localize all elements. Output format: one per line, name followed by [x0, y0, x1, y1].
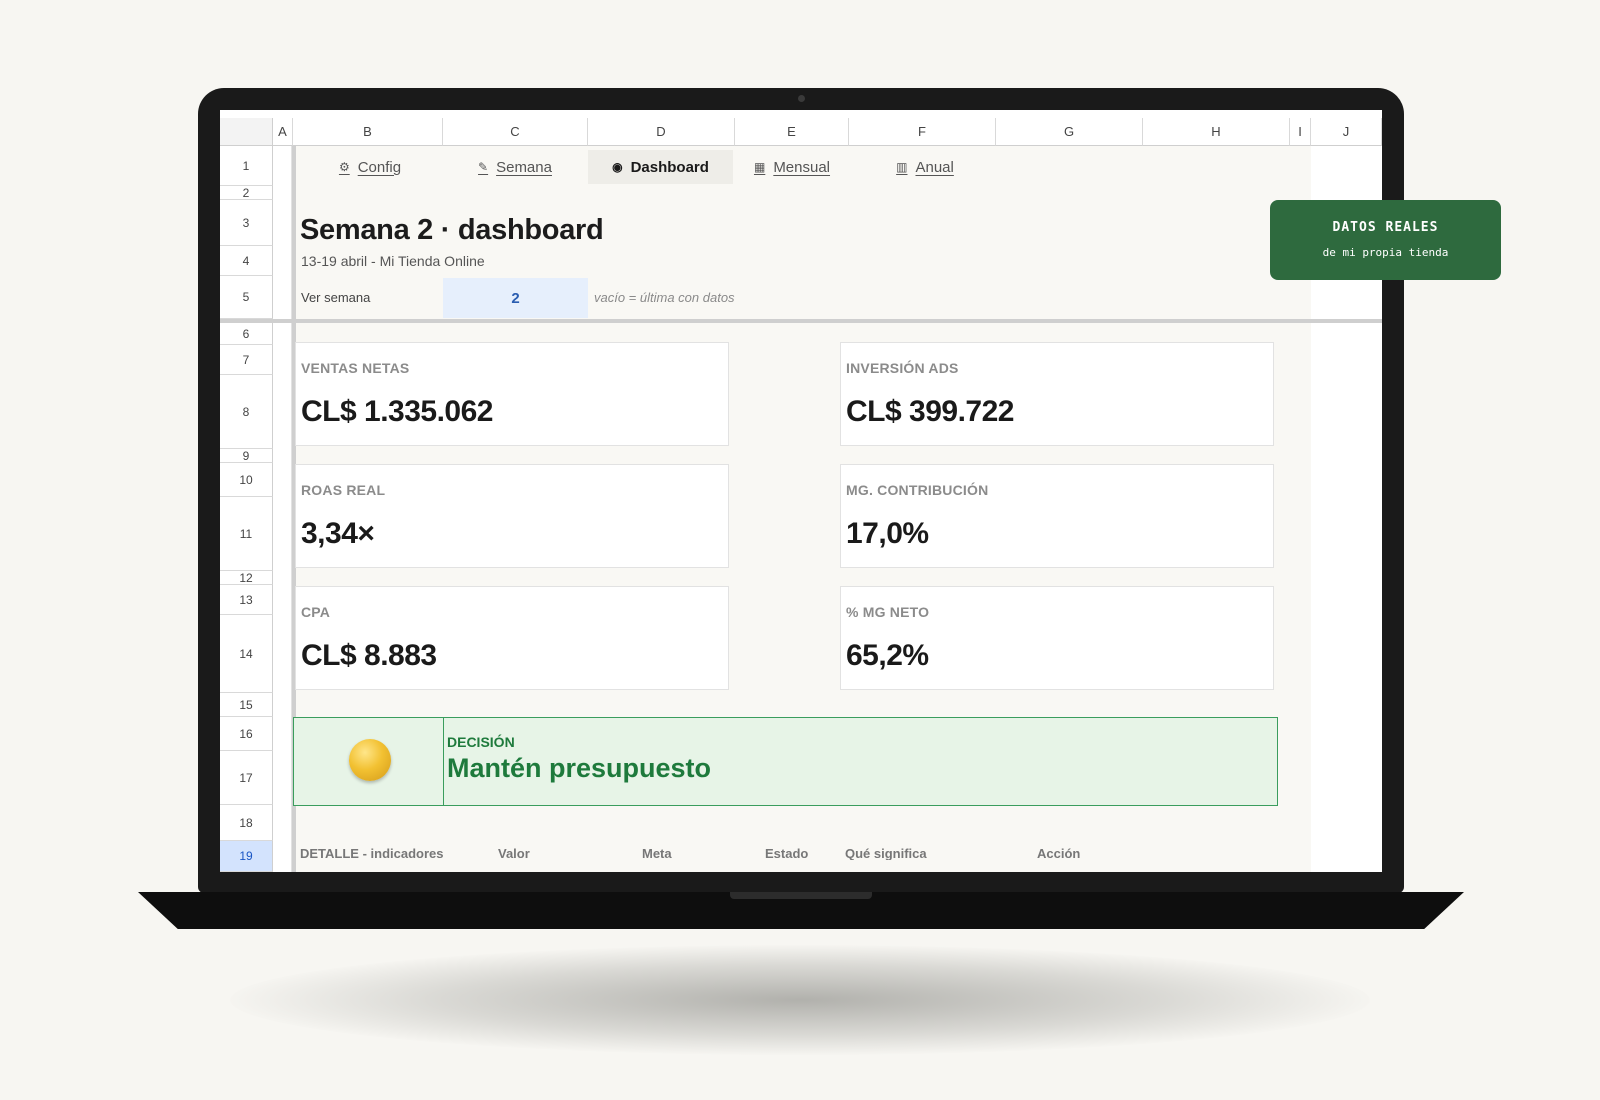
row-header[interactable]: 11 — [220, 497, 273, 571]
gear-icon: ⚙ — [338, 160, 350, 174]
row-header-selected[interactable]: 19 — [220, 841, 273, 872]
kpi-card-inversion-ads: INVERSIÓN ADS CL$ 399.722 — [840, 342, 1274, 446]
row-header[interactable]: 13 — [220, 585, 273, 615]
decision-divider — [443, 718, 444, 805]
row-header[interactable]: 8 — [220, 375, 273, 449]
row-header[interactable]: 4 — [220, 246, 273, 276]
row-header[interactable]: 5 — [220, 276, 273, 319]
tab-label: Dashboard — [630, 158, 709, 176]
kpi-value: CL$ 1.335.062 — [301, 395, 493, 428]
column-header-i[interactable]: I — [1290, 118, 1311, 146]
detail-header-cell: Qué significa — [845, 846, 927, 860]
tab-dashboard[interactable]: ◉ Dashboard — [588, 150, 733, 184]
kpi-label: % MG NETO — [846, 604, 930, 620]
row-header[interactable]: 16 — [220, 717, 273, 751]
row-header[interactable]: 3 — [220, 200, 273, 246]
frozen-row-divider[interactable] — [220, 319, 1382, 323]
page-title: Semana 2 · dashboard — [300, 214, 604, 246]
laptop-notch — [730, 892, 872, 899]
detail-header-cell: Valor — [498, 846, 530, 860]
kpi-label: VENTAS NETAS — [301, 360, 410, 376]
week-selector-label: Ver semana — [301, 290, 371, 305]
kpi-value: CL$ 399.722 — [846, 395, 1014, 428]
row-header[interactable]: 10 — [220, 463, 273, 497]
kpi-value: CL$ 8.883 — [301, 639, 437, 672]
tab-config[interactable]: ⚙ Config — [310, 150, 430, 184]
tab-label: Semana — [496, 158, 552, 176]
kpi-card-mg-neto: % MG NETO 65,2% — [840, 586, 1274, 690]
kpi-value: 17,0% — [846, 517, 929, 550]
kpi-card-mg-contribucion: MG. CONTRIBUCIÓN 17,0% — [840, 464, 1274, 568]
page-subtitle: 13-19 abril - Mi Tienda Online — [301, 253, 485, 269]
kpi-card-cpa: CPA CL$ 8.883 — [295, 586, 729, 690]
tab-label: Mensual — [773, 158, 831, 176]
row-header[interactable]: 12 — [220, 571, 273, 585]
row-header[interactable]: 9 — [220, 449, 273, 463]
column-header-e[interactable]: E — [735, 118, 849, 146]
row-header[interactable]: 7 — [220, 345, 273, 375]
column-header-h[interactable]: H — [1143, 118, 1290, 146]
row-header[interactable]: 1 — [220, 146, 273, 186]
select-all-corner[interactable] — [220, 118, 273, 146]
decision-banner: DECISIÓN Mantén presupuesto — [293, 717, 1278, 806]
column-a-cells — [273, 146, 292, 872]
column-header-j[interactable]: J — [1311, 118, 1382, 146]
tab-mensual[interactable]: ▦ Mensual — [735, 150, 849, 184]
week-selector-input[interactable]: 2 — [443, 278, 588, 318]
column-header-d[interactable]: D — [588, 118, 735, 146]
detail-table-header: DETALLE - indicadores Valor Meta Estado … — [300, 846, 1200, 860]
badge-subtitle: de mi propia tienda — [1322, 246, 1449, 259]
kpi-value: 65,2% — [846, 639, 929, 672]
row-header[interactable]: 6 — [220, 323, 273, 345]
kpi-card-roas-real: ROAS REAL 3,34× — [295, 464, 729, 568]
dashboard-icon: ◉ — [612, 160, 623, 174]
kpi-card-ventas-netas: VENTAS NETAS CL$ 1.335.062 — [295, 342, 729, 446]
tab-anual[interactable]: ▥ Anual — [870, 150, 980, 184]
column-header-c[interactable]: C — [443, 118, 588, 146]
row-header[interactable]: 14 — [220, 615, 273, 693]
column-header-b[interactable]: B — [293, 118, 443, 146]
calendar-grid-icon: ▥ — [896, 160, 908, 174]
status-orb-icon — [349, 739, 391, 781]
pencil-icon: ✎ — [478, 160, 489, 174]
row-header[interactable]: 18 — [220, 805, 273, 841]
column-header-a[interactable]: A — [273, 118, 293, 146]
detail-header-cell: DETALLE - indicadores — [300, 846, 444, 860]
kpi-label: CPA — [301, 604, 331, 620]
decision-value: Mantén presupuesto — [447, 753, 712, 783]
tab-label: Anual — [915, 158, 954, 176]
detail-header-cell: Meta — [642, 846, 672, 860]
kpi-label: ROAS REAL — [301, 482, 386, 498]
badge-title: DATOS REALES — [1332, 220, 1439, 235]
tab-label: Config — [357, 158, 402, 176]
calendar-grid-icon: ▦ — [753, 160, 766, 174]
kpi-label: MG. CONTRIBUCIÓN — [846, 482, 989, 498]
week-selector-hint: vacío = última con datos — [594, 290, 735, 305]
decision-label: DECISIÓN — [447, 734, 515, 750]
row-header[interactable]: 17 — [220, 751, 273, 805]
detail-header-cell: Acción — [1037, 846, 1081, 860]
webcam — [798, 95, 805, 102]
real-data-badge: DATOS REALES de mi propia tienda — [1270, 200, 1501, 280]
detail-header-cell: Estado — [765, 846, 809, 860]
column-header-g[interactable]: G — [996, 118, 1143, 146]
row-header[interactable]: 2 — [220, 186, 273, 200]
laptop-shadow — [230, 945, 1370, 1055]
tab-semana[interactable]: ✎ Semana — [455, 150, 575, 184]
laptop-screen: A B C D E F G H I J 1 2 3 4 5 6 7 8 9 10… — [220, 110, 1382, 872]
kpi-label: INVERSIÓN ADS — [846, 360, 959, 376]
kpi-value: 3,34× — [301, 517, 375, 550]
column-header-f[interactable]: F — [849, 118, 996, 146]
row-header[interactable]: 15 — [220, 693, 273, 717]
